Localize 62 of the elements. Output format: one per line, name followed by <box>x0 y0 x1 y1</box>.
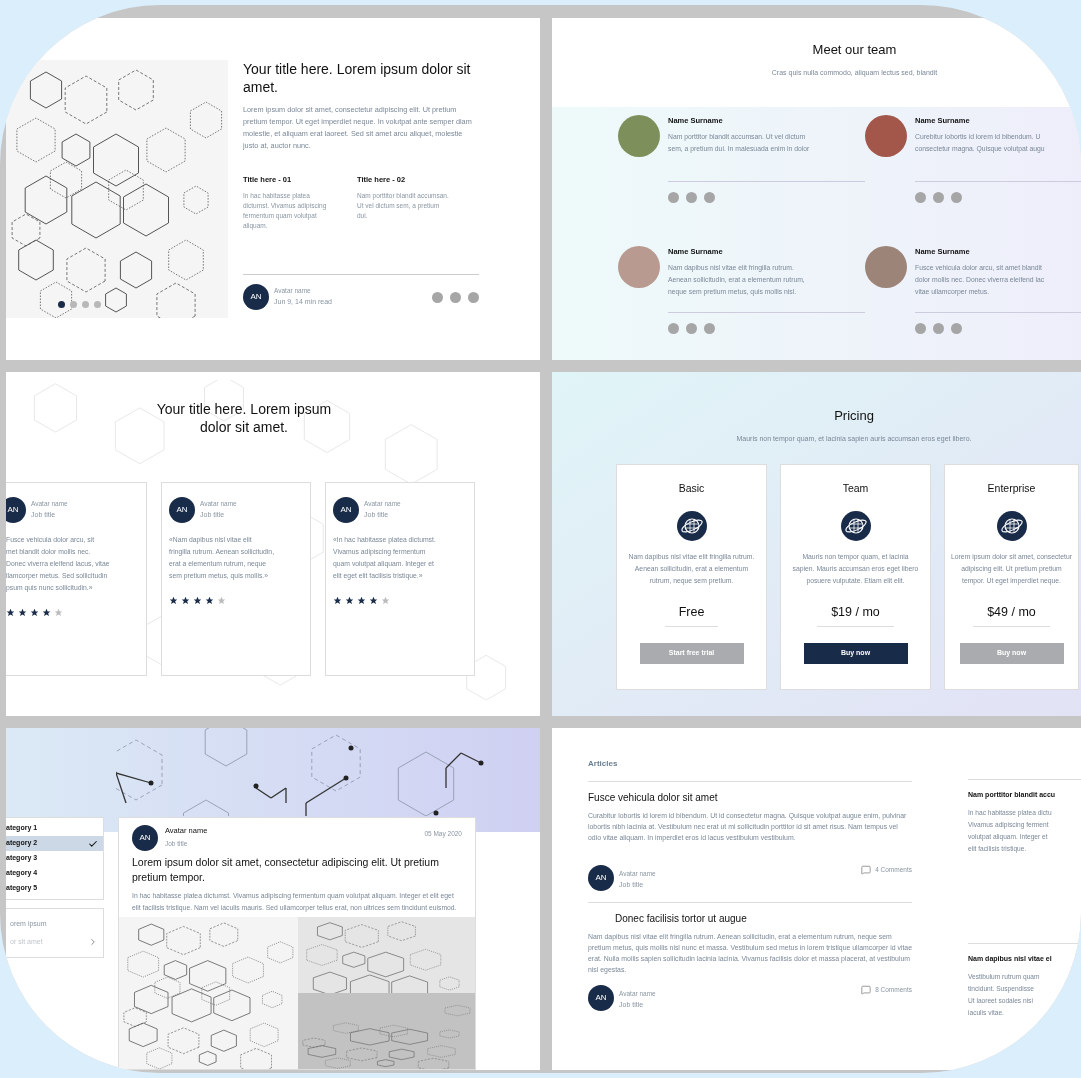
avatar: AN <box>588 865 614 891</box>
section-heading: Articles <box>588 758 619 770</box>
round-icon[interactable] <box>933 192 944 203</box>
section-title: Meet our team <box>812 41 897 59</box>
avatar: AN <box>588 985 614 1011</box>
section-title: Your title here. Lorem ipsum dolor sit amet. <box>155 400 333 436</box>
comment-icon <box>861 865 872 875</box>
round-icon[interactable] <box>668 322 679 334</box>
avatar: AN <box>132 825 158 851</box>
star-icon <box>193 596 202 605</box>
section-title: Pricing <box>833 407 875 425</box>
round-icon[interactable] <box>915 192 926 203</box>
planet-icon <box>996 510 1027 541</box>
planet-icon <box>840 510 871 541</box>
photo-placeholder <box>618 115 660 157</box>
article-title: Fusce vehicula dolor sit amet <box>588 791 719 805</box>
chevron-right-icon <box>88 937 98 947</box>
round-icon[interactable] <box>915 322 926 334</box>
star-icon <box>169 596 178 605</box>
star-icon <box>42 608 51 617</box>
round-icon[interactable] <box>468 291 479 303</box>
photo-placeholder <box>865 115 907 157</box>
comment-icon <box>861 985 872 995</box>
star-icon <box>54 608 63 617</box>
plan-name: Team <box>842 481 869 496</box>
plan-price: $49 / mo <box>973 602 1050 627</box>
check-icon <box>88 838 98 849</box>
round-icon[interactable] <box>432 291 443 303</box>
plan-price: $19 / mo <box>817 602 894 627</box>
star-icon <box>205 596 214 605</box>
star-icon <box>381 596 390 605</box>
round-icon[interactable] <box>951 192 962 203</box>
star-icon <box>18 608 27 617</box>
avatar: AN <box>243 284 269 310</box>
plan-name: Enterprise <box>987 481 1036 496</box>
round-icon[interactable] <box>704 322 715 334</box>
star-icon <box>345 596 354 605</box>
post-title: Lorem ipsum dolor sit amet, consectetur adipiscing elit. Ut pretium pretium tempor. <box>132 855 440 885</box>
plan-price: Free <box>664 602 719 627</box>
round-icon[interactable] <box>450 291 461 303</box>
avatar: AN <box>333 497 359 523</box>
round-icon[interactable] <box>933 322 944 334</box>
avatar: AN <box>169 497 195 523</box>
round-icon[interactable] <box>686 322 697 334</box>
star-icon <box>6 608 15 617</box>
avatar: AN <box>6 497 26 523</box>
round-icon[interactable] <box>704 192 715 203</box>
article-title: Donec facilisis tortor ut augue <box>614 912 748 926</box>
star-icon <box>181 596 190 605</box>
article-title: Your title here. Lorem ipsum dolor sit amet. <box>243 60 472 96</box>
star-icon <box>333 596 342 605</box>
round-icon[interactable] <box>951 322 962 334</box>
photo-placeholder <box>865 245 907 288</box>
star-icon <box>217 596 226 605</box>
plan-name: Basic <box>678 481 705 496</box>
star-icon <box>357 596 366 605</box>
photo-placeholder <box>618 245 660 288</box>
planet-icon <box>676 510 707 541</box>
star-icon <box>369 596 378 605</box>
round-icon[interactable] <box>686 192 697 203</box>
star-icon <box>30 608 39 617</box>
round-icon[interactable] <box>668 192 679 203</box>
